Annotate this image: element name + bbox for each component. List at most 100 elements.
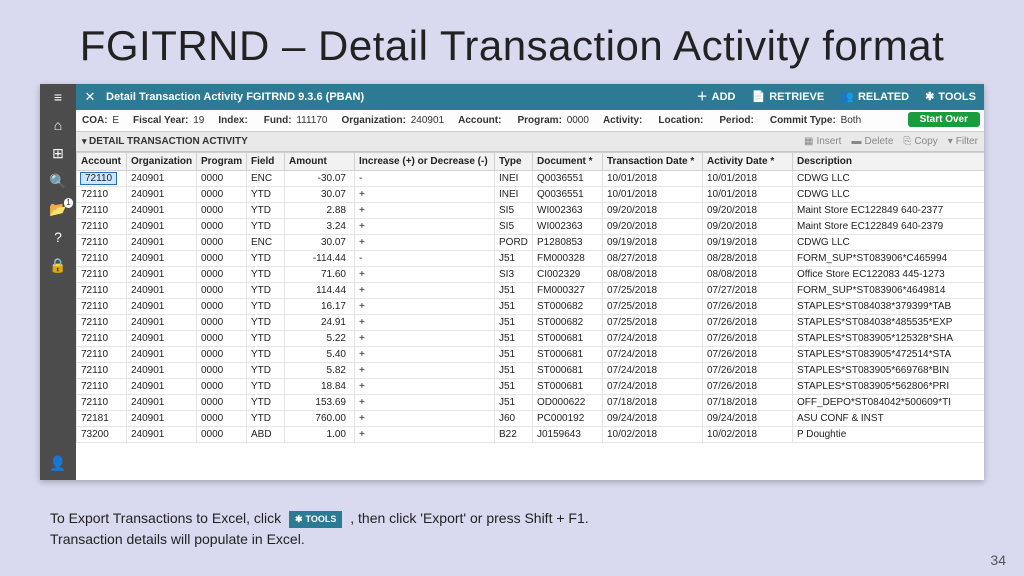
table-row[interactable]: 721102409010000YTD18.84+J51ST00068107/24… bbox=[77, 379, 985, 395]
gear-icon: ✱ bbox=[925, 92, 934, 103]
table-row[interactable]: 721102409010000ENC-30.07-INEIQ003655110/… bbox=[77, 171, 985, 187]
cell: J51 bbox=[495, 347, 533, 363]
cell: ENC bbox=[247, 171, 285, 187]
column-header[interactable]: Description bbox=[793, 153, 985, 171]
table-row[interactable]: 721102409010000YTD-114.44-J51FM00032808/… bbox=[77, 251, 985, 267]
cell: 07/26/2018 bbox=[703, 379, 793, 395]
copy-button[interactable]: ⎘ Copy bbox=[903, 136, 937, 147]
table-row[interactable]: 721812409010000YTD760.00+J60PC00019209/2… bbox=[77, 411, 985, 427]
cell: Q0036551 bbox=[533, 187, 603, 203]
table-row[interactable]: 721102409010000YTD5.82+J51ST00068107/24/… bbox=[77, 363, 985, 379]
cell: 0000 bbox=[197, 171, 247, 187]
cell: + bbox=[355, 299, 495, 315]
help-icon[interactable]: ? bbox=[54, 230, 62, 244]
cell: 10/02/2018 bbox=[603, 427, 703, 443]
column-header[interactable]: Transaction Date * bbox=[603, 153, 703, 171]
cell: 0000 bbox=[197, 395, 247, 411]
cell: YTD bbox=[247, 395, 285, 411]
cell: 72110 bbox=[77, 267, 127, 283]
cell: ASU CONF & INST bbox=[793, 411, 985, 427]
cell: YTD bbox=[247, 283, 285, 299]
column-header[interactable]: Activity Date * bbox=[703, 153, 793, 171]
column-header[interactable]: Document * bbox=[533, 153, 603, 171]
cell: FORM_SUP*ST083906*C465994 bbox=[793, 251, 985, 267]
cell: ST000682 bbox=[533, 299, 603, 315]
cell: 0000 bbox=[197, 251, 247, 267]
table-row[interactable]: 721102409010000YTD24.91+J51ST00068207/25… bbox=[77, 315, 985, 331]
cell: J51 bbox=[495, 299, 533, 315]
search-icon[interactable]: 🔍 bbox=[49, 174, 66, 188]
cell: 72110 bbox=[77, 379, 127, 395]
cell: 08/08/2018 bbox=[603, 267, 703, 283]
cell: 240901 bbox=[127, 171, 197, 187]
column-header[interactable]: Field bbox=[247, 153, 285, 171]
cell: 240901 bbox=[127, 187, 197, 203]
folder-icon[interactable]: 📂1 bbox=[49, 202, 66, 216]
cell: PC000192 bbox=[533, 411, 603, 427]
cell: 07/26/2018 bbox=[703, 331, 793, 347]
delete-button[interactable]: ▬ Delete bbox=[851, 136, 893, 147]
table-row[interactable]: 732002409010000ABD1.00+B22J015964310/02/… bbox=[77, 427, 985, 443]
table-row[interactable]: 721102409010000YTD30.07+INEIQ003655110/0… bbox=[77, 187, 985, 203]
table-row[interactable]: 721102409010000YTD2.88+SI5WI00236309/20/… bbox=[77, 203, 985, 219]
cell: 09/24/2018 bbox=[603, 411, 703, 427]
cell: CDWG LLC bbox=[793, 171, 985, 187]
table-row[interactable]: 721102409010000YTD5.22+J51ST00068107/24/… bbox=[77, 331, 985, 347]
params-row: COA: E Fiscal Year: 19 Index: Fund: 1111… bbox=[76, 110, 984, 132]
cell: 08/28/2018 bbox=[703, 251, 793, 267]
filter-button[interactable]: ▾ Filter bbox=[948, 136, 978, 147]
cell: YTD bbox=[247, 187, 285, 203]
retrieve-button[interactable]: 📄RETRIEVE bbox=[744, 84, 833, 110]
cell: 09/20/2018 bbox=[703, 203, 793, 219]
cell: CDWG LLC bbox=[793, 187, 985, 203]
cell: -30.07 bbox=[285, 171, 355, 187]
cell: WI002363 bbox=[533, 203, 603, 219]
cell: YTD bbox=[247, 411, 285, 427]
column-header[interactable]: Increase (+) or Decrease (-) bbox=[355, 153, 495, 171]
cell: 5.22 bbox=[285, 331, 355, 347]
cell: 240901 bbox=[127, 331, 197, 347]
lock-icon[interactable]: 🔒 bbox=[49, 258, 66, 272]
cell: ST000682 bbox=[533, 315, 603, 331]
add-button[interactable]: ＋ADD bbox=[689, 84, 744, 110]
table-row[interactable]: 721102409010000YTD16.17+J51ST00068207/25… bbox=[77, 299, 985, 315]
cell: YTD bbox=[247, 219, 285, 235]
close-icon[interactable]: ✕ bbox=[76, 89, 104, 105]
cell: 0000 bbox=[197, 411, 247, 427]
cell: STAPLES*ST083905*562806*PRI bbox=[793, 379, 985, 395]
cell: ST000681 bbox=[533, 379, 603, 395]
cell: STAPLES*ST083905*125328*SHA bbox=[793, 331, 985, 347]
retrieve-icon: 📄 bbox=[752, 92, 766, 103]
section-title: DETAIL TRANSACTION ACTIVITY bbox=[82, 136, 794, 147]
table-row[interactable]: 721102409010000YTD5.40+J51ST00068107/24/… bbox=[77, 347, 985, 363]
user-icon[interactable]: 👤 bbox=[49, 456, 66, 470]
cell: 240901 bbox=[127, 379, 197, 395]
home-icon[interactable]: ⌂ bbox=[54, 118, 62, 132]
table-row[interactable]: 721102409010000YTD114.44+J51FM00032707/2… bbox=[77, 283, 985, 299]
cell: 240901 bbox=[127, 283, 197, 299]
cell: J51 bbox=[495, 363, 533, 379]
column-header[interactable]: Program bbox=[197, 153, 247, 171]
table-row[interactable]: 721102409010000YTD153.69+J51OD00062207/1… bbox=[77, 395, 985, 411]
insert-button[interactable]: ▦ Insert bbox=[804, 136, 841, 147]
start-over-button[interactable]: Start Over bbox=[908, 112, 980, 127]
grid-icon[interactable]: ⊞ bbox=[52, 146, 64, 160]
table-row[interactable]: 721102409010000YTD3.24+SI5WI00236309/20/… bbox=[77, 219, 985, 235]
cell: J60 bbox=[495, 411, 533, 427]
cell: + bbox=[355, 187, 495, 203]
cell: 07/26/2018 bbox=[703, 299, 793, 315]
cell: 240901 bbox=[127, 427, 197, 443]
hamburger-icon[interactable]: ≡ bbox=[54, 90, 62, 104]
table-row[interactable]: 721102409010000YTD71.60+SI3CI00232908/08… bbox=[77, 267, 985, 283]
column-header[interactable]: Organization bbox=[127, 153, 197, 171]
column-header[interactable]: Amount bbox=[285, 153, 355, 171]
column-header[interactable]: Account bbox=[77, 153, 127, 171]
related-icon: 👥 bbox=[840, 92, 854, 103]
cell: SI5 bbox=[495, 219, 533, 235]
cell: 10/01/2018 bbox=[703, 187, 793, 203]
table-row[interactable]: 721102409010000ENC30.07+PORDP128085309/1… bbox=[77, 235, 985, 251]
cell: 07/24/2018 bbox=[603, 363, 703, 379]
related-button[interactable]: 👥RELATED bbox=[832, 84, 917, 110]
tools-button[interactable]: ✱TOOLS bbox=[917, 84, 984, 110]
column-header[interactable]: Type bbox=[495, 153, 533, 171]
